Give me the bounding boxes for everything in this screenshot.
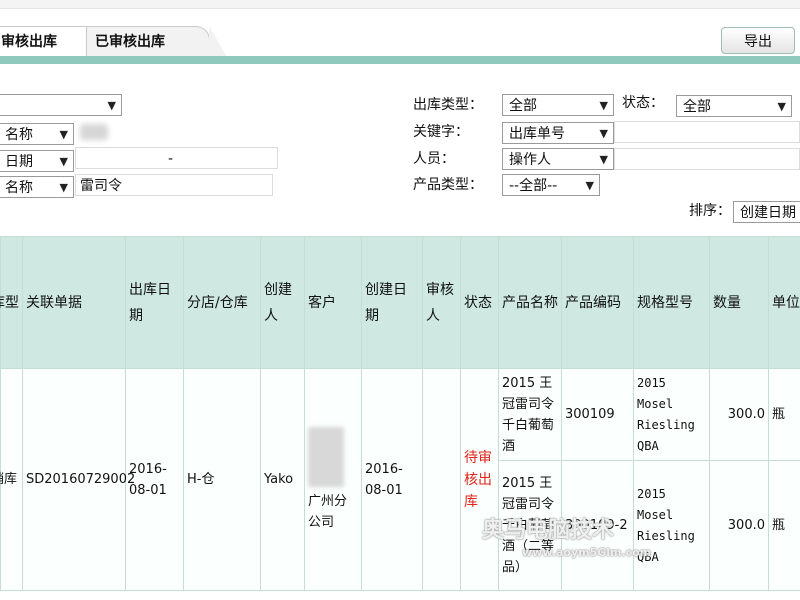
keyword-input[interactable] [614, 121, 800, 143]
table-header-row: 库型 关联单据 出库日期 分店/仓库 创建人 客户 创建日期 审核人 状态 产品… [0, 236, 800, 369]
select-value: 名称 [5, 180, 33, 196]
cell-qty: 300.0 [709, 368, 769, 461]
person-select[interactable]: 操作人 ▼ [502, 148, 614, 170]
filter-field-select-date[interactable]: 日期 ▼ [0, 150, 74, 172]
top-shade [0, 0, 800, 9]
select-value: 出库单号 [509, 126, 565, 142]
cell-reviewer [422, 368, 461, 591]
chevron-down-icon: ▼ [59, 181, 68, 194]
tab-underline [0, 56, 800, 64]
cell-product-code: 300109-2 [561, 460, 634, 591]
person-input[interactable] [614, 148, 800, 170]
chevron-down-icon: ▼ [777, 100, 786, 113]
col-header-qty[interactable]: 数量 [709, 236, 769, 369]
outbound-type-label: 出库类型： [413, 97, 483, 113]
product-type-select[interactable]: --全部-- ▼ [502, 174, 600, 196]
keyword-select[interactable]: 出库单号 ▼ [502, 122, 614, 144]
chevron-down-icon: ▼ [59, 128, 68, 141]
col-header-spec[interactable]: 规格型号 [633, 236, 710, 369]
customer-name: 广州分公司 [308, 493, 348, 530]
person-label: 人员： [413, 151, 455, 167]
col-header-product-code[interactable]: 产品编码 [561, 236, 634, 369]
cell-related-doc[interactable]: SD20160729002 [22, 368, 135, 591]
cell-product-name: 2015 王冠雷司令千白葡萄酒（二等品） [498, 460, 562, 591]
filter-select-0[interactable]: ▼ [0, 94, 122, 116]
keyword-label: 关键字： [413, 124, 469, 140]
sort-select[interactable]: 创建日期 [733, 201, 800, 223]
col-header-product-name[interactable]: 产品名称 [498, 236, 562, 369]
chevron-down-icon: ▼ [599, 127, 608, 140]
tab-reviewed-outbound[interactable]: 已审核出库 [86, 26, 227, 57]
cell-created-date: 2016-08-01 [361, 368, 423, 591]
sort-label: 排序： [689, 203, 731, 219]
select-value: 创建日期 [740, 205, 796, 221]
col-header-created-date[interactable]: 创建日期 [361, 236, 423, 369]
col-header-creator[interactable]: 创建人 [260, 236, 305, 369]
filter-field-select-product[interactable]: 名称 ▼ [0, 176, 74, 198]
col-header-customer[interactable]: 客户 [304, 236, 362, 369]
col-header-related-doc[interactable]: 关联单据 [22, 236, 126, 369]
select-value: --全部-- [509, 178, 558, 194]
cell-creator: Yako [260, 368, 305, 591]
col-header-unit[interactable]: 单位 [768, 236, 800, 369]
cell-status: 待审核出库 [460, 368, 499, 591]
tab-label: 审核出库 [1, 34, 57, 50]
store-name: H-仓 [187, 472, 215, 487]
product-type-label: 产品类型： [413, 177, 483, 193]
tab-label: 已审核出库 [95, 34, 165, 50]
outbound-type-select[interactable]: 全部 ▼ [502, 94, 614, 116]
filter-panel: ▼ 名称 ▼ 日期 ▼ - 名称 ▼ 雷司令 出库类型： 全部 ▼ 状态： 全部 ▼ 关键… [0, 64, 800, 234]
select-value: 操作人 [509, 152, 551, 168]
select-value: 日期 [5, 154, 33, 170]
chevron-down-icon: ▼ [585, 179, 594, 192]
cell-qty: 300.0 [709, 460, 769, 591]
export-button[interactable]: 导出 [721, 27, 795, 54]
col-header-store[interactable]: 分店/仓库 [183, 236, 261, 369]
redacted-area [80, 124, 108, 140]
cell-unit: 瓶 [768, 368, 800, 461]
cell-customer: 广州分公司 [304, 368, 362, 591]
select-value: 全部 [509, 98, 537, 114]
chevron-down-icon: ▼ [59, 155, 68, 168]
cell-product-code: 300109 [561, 368, 634, 461]
select-value: 全部 [683, 99, 711, 115]
cell-unit: 瓶 [768, 460, 800, 591]
outbound-table: 库型 关联单据 出库日期 分店/仓库 创建人 客户 创建日期 审核人 状态 产品… [0, 236, 800, 591]
redacted-area [308, 426, 344, 487]
cell-outbound-date: 2016-08-01 [125, 368, 184, 591]
cell-product-name: 2015 王冠雷司令千白葡萄酒 [498, 368, 562, 461]
select-value: 名称 [5, 127, 33, 143]
chevron-down-icon: ▼ [599, 99, 608, 112]
status-select[interactable]: 全部 ▼ [676, 95, 792, 117]
cell-spec: 2015 Mosel Riesling QBA [633, 460, 710, 591]
chevron-down-icon: ▼ [599, 153, 608, 166]
cell-spec: 2015 Mosel Riesling QBA [633, 368, 710, 461]
cell-store: H-仓 [183, 368, 261, 591]
col-header-outbound-date[interactable]: 出库日期 [125, 236, 184, 369]
cell-type: 销库 [0, 368, 23, 591]
chevron-down-icon: ▼ [107, 99, 116, 112]
outbound-grid: 库型 关联单据 出库日期 分店/仓库 创建人 客户 创建日期 审核人 状态 产品… [0, 236, 800, 600]
col-header-reviewer[interactable]: 审核人 [422, 236, 461, 369]
tab-bar: 审核出库 已审核出库 导出 [0, 0, 800, 64]
filter-field-select-name[interactable]: 名称 ▼ [0, 123, 74, 145]
col-header-type[interactable]: 库型 [0, 236, 23, 369]
status-label: 状态： [622, 95, 664, 111]
col-header-status[interactable]: 状态 [460, 236, 499, 369]
date-range-input[interactable]: - [75, 147, 278, 169]
table-row[interactable]: 销库 SD20160729002 2016-08-01 H-仓 Yako 广州分… [0, 368, 800, 591]
product-name-input[interactable]: 雷司令 [75, 174, 273, 196]
